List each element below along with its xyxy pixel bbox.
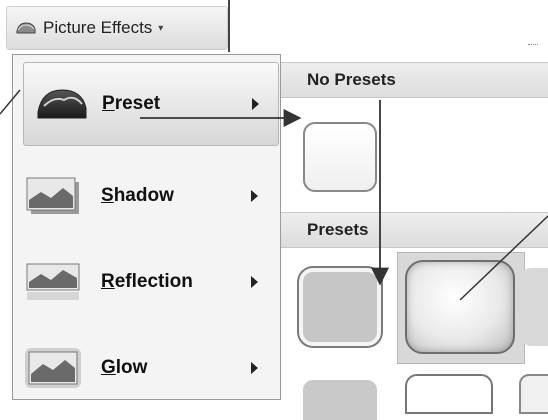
- menu-item-glow[interactable]: Glow: [13, 327, 279, 409]
- ribbon-edge-mark: [528, 44, 538, 47]
- glow-thumbnail-icon: [25, 348, 81, 388]
- preset-swatch-5[interactable]: [405, 374, 493, 414]
- preset-gallery: No Presets Presets: [280, 54, 548, 420]
- preset-swatch-6[interactable]: [519, 374, 548, 414]
- presets-header: Presets: [281, 212, 548, 248]
- menu-item-label: Preset: [102, 93, 161, 114]
- reflection-thumbnail-icon: [26, 263, 80, 300]
- preset-swatch-1[interactable]: [299, 268, 381, 346]
- menu-item-preset[interactable]: Preset: [23, 62, 279, 146]
- menu-item-label: Reflection: [101, 271, 193, 292]
- menu-item-label: Shadow: [101, 185, 174, 206]
- no-presets-header: No Presets: [281, 62, 548, 98]
- submenu-arrow-icon: [251, 190, 258, 202]
- submenu-arrow-icon: [251, 276, 258, 288]
- ribbon-divider: [228, 0, 230, 52]
- picture-effects-label: Picture Effects: [43, 18, 153, 37]
- chevron-down-icon: ▾: [158, 22, 164, 34]
- picture-effects-button[interactable]: Picture Effects ▾: [6, 6, 228, 50]
- submenu-arrow-icon: [251, 362, 258, 374]
- preset-swatch-2[interactable]: [405, 260, 515, 354]
- preset-swatch-4[interactable]: [303, 380, 377, 420]
- picture-effects-menu: Preset Shadow Reflection Glow: [12, 54, 280, 400]
- preset-thumbnail-icon: [37, 89, 87, 119]
- no-preset-swatch[interactable]: [303, 122, 377, 192]
- submenu-arrow-icon: [252, 98, 259, 110]
- menu-item-shadow[interactable]: Shadow: [13, 155, 279, 237]
- preset-swatch-3[interactable]: [521, 268, 548, 346]
- shadow-thumbnail-icon: [26, 177, 79, 214]
- picture-effects-icon: [16, 22, 36, 34]
- menu-item-reflection[interactable]: Reflection: [13, 241, 279, 323]
- menu-item-label: Glow: [101, 357, 148, 378]
